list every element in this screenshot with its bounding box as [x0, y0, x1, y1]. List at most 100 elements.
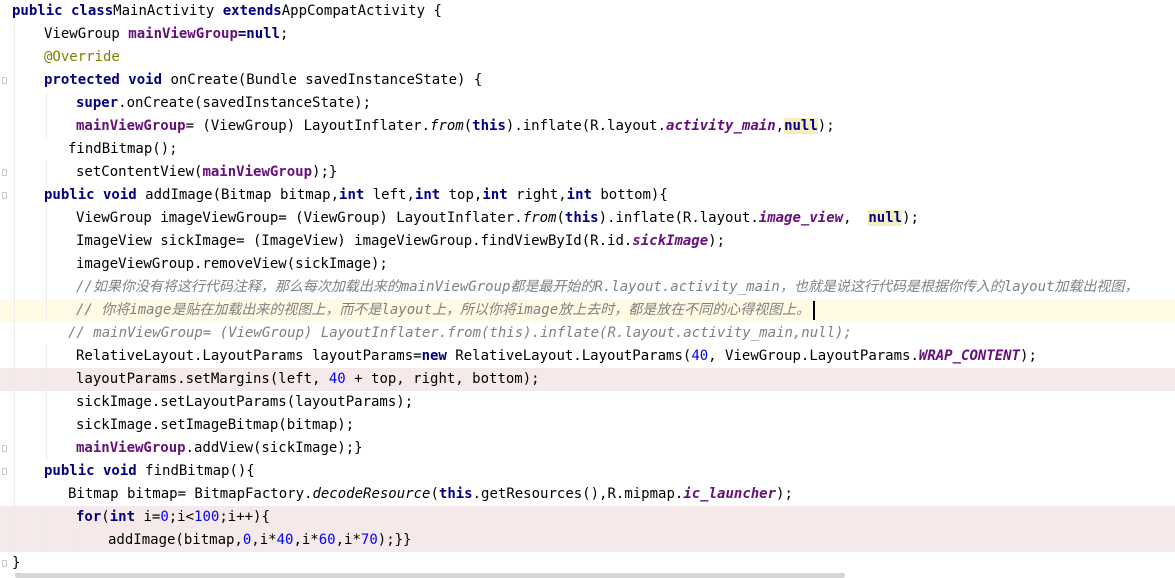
code-text: // 你将image是贴在加载出来的视图上，而不是layout上，所以你将ima…	[76, 299, 810, 322]
text-caret	[813, 301, 816, 320]
code-text: imageViewGroup.removeView(sickImage);	[76, 253, 388, 276]
code-line[interactable]: mainViewGroup= (ViewGroup) LayoutInflate…	[0, 115, 1175, 138]
code-line[interactable]: public void addImage(Bitmap bitmap, int l…	[0, 184, 1175, 207]
code-token: new	[421, 348, 456, 364]
horizontal-scrollbar[interactable]	[15, 573, 845, 578]
indent-guide	[46, 529, 47, 552]
fold-marker-icon[interactable]	[2, 169, 7, 176]
indent-guide	[46, 299, 47, 322]
code-token: decodeResource	[312, 486, 431, 502]
code-token: 70	[360, 532, 378, 548]
code-text: ViewGroup imageViewGroup= (ViewGroup) La…	[76, 207, 919, 230]
code-line[interactable]: layoutParams.setMargins(left, 40 + top, …	[0, 368, 1175, 391]
code-token: .addView(sickImage);}	[185, 440, 363, 456]
indent-guide	[14, 276, 15, 299]
code-token: protected void	[44, 72, 171, 88]
indent-guide	[14, 69, 15, 92]
code-token: findBitmap(){	[145, 463, 255, 479]
code-token: addImage(Bitmap bitmap,	[145, 187, 340, 203]
code-token: ViewGroup	[44, 26, 129, 42]
code-token: int	[109, 509, 144, 525]
code-token: }	[12, 555, 21, 571]
code-token: int	[414, 187, 449, 203]
indent-guide	[46, 368, 47, 391]
code-line[interactable]: sickImage.setLayoutParams(layoutParams);	[0, 391, 1175, 414]
code-line[interactable]: setContentView(mainViewGroup);}	[0, 161, 1175, 184]
code-token: addImage(bitmap,	[108, 532, 243, 548]
code-token: (	[463, 118, 473, 134]
code-token: ;i++){	[219, 509, 270, 525]
code-token: mainViewGroup	[76, 118, 186, 134]
indent-guide	[14, 46, 15, 69]
code-token: );	[708, 233, 726, 249]
fold-marker-icon[interactable]	[2, 192, 7, 199]
fold-marker-icon[interactable]	[2, 445, 7, 452]
indent-guide	[46, 345, 47, 368]
code-line[interactable]: //如果你没有将这行代码注释，那么每次加载出来的mainViewGroup都是最…	[0, 276, 1175, 299]
code-line[interactable]: super.onCreate(savedInstanceState);	[0, 92, 1175, 115]
code-line[interactable]: public void findBitmap(){	[0, 460, 1175, 483]
code-editor[interactable]: public classMainActivity extendsAppCompa…	[0, 0, 1175, 578]
code-token: public void	[44, 187, 146, 203]
code-text: sickImage.setLayoutParams(layoutParams);	[76, 391, 413, 414]
code-token: AppCompatActivity {	[281, 3, 442, 19]
code-token: left,	[372, 187, 415, 203]
code-line[interactable]: ImageView sickImage= (ImageView) imageVi…	[0, 230, 1175, 253]
code-text: mainViewGroup= (ViewGroup) LayoutInflate…	[76, 115, 835, 138]
code-line[interactable]: @Override	[0, 46, 1175, 69]
indent-guide	[14, 207, 15, 230]
indent-guide	[46, 506, 47, 529]
code-line[interactable]: findBitmap();	[0, 138, 1175, 161]
code-line[interactable]: imageViewGroup.removeView(sickImage);	[0, 253, 1175, 276]
fold-marker-icon[interactable]	[2, 468, 7, 475]
code-line[interactable]: ViewGroup mainViewGroup=null;	[0, 23, 1175, 46]
code-token: null	[784, 118, 818, 134]
code-line[interactable]: }	[0, 552, 1175, 575]
code-line[interactable]: protected void onCreate(Bundle savedInst…	[0, 69, 1175, 92]
code-token: 60	[318, 532, 336, 548]
fold-marker-icon[interactable]	[2, 560, 7, 567]
code-token: );	[1020, 348, 1037, 364]
code-token: int	[482, 187, 517, 203]
code-token: setContentView(	[76, 164, 203, 180]
code-token: // 你将image是贴在加载出来的视图上，而不是layout上，所以你将ima…	[76, 302, 811, 318]
code-token: mainViewGroup	[202, 164, 313, 180]
code-token: ViewGroup imageViewGroup= (ViewGroup) La…	[76, 210, 523, 226]
code-token: image_view	[758, 210, 844, 226]
code-line[interactable]: mainViewGroup.addView(sickImage);}	[0, 437, 1175, 460]
code-line[interactable]: RelativeLayout.LayoutParams layoutParams…	[0, 345, 1175, 368]
code-token: extends	[222, 3, 282, 19]
code-line[interactable]: ViewGroup imageViewGroup= (ViewGroup) La…	[0, 207, 1175, 230]
code-token: sickImage.setLayoutParams(layoutParams);	[76, 394, 414, 410]
code-token: public class	[12, 3, 114, 19]
code-token: mainViewGroup	[76, 440, 186, 456]
code-token: (	[430, 486, 439, 502]
code-line[interactable]: Bitmap bitmap= BitmapFactory.decodeResou…	[0, 483, 1175, 506]
indent-guide	[46, 207, 47, 230]
code-text: }	[12, 552, 20, 575]
code-token: ic_launcher	[683, 486, 777, 502]
code-token: );}}	[377, 532, 412, 548]
indent-guide	[78, 529, 79, 552]
code-token: // mainViewGroup= (ViewGroup) LayoutInfl…	[68, 325, 852, 341]
code-token: i=	[143, 509, 161, 525]
code-text: super.onCreate(savedInstanceState);	[76, 92, 371, 115]
indent-guide	[14, 483, 15, 506]
code-token: for	[76, 509, 102, 525]
code-line[interactable]: // mainViewGroup= (ViewGroup) LayoutInfl…	[0, 322, 1175, 345]
code-token: RelativeLayout.LayoutParams layoutParams…	[76, 348, 422, 364]
indent-guide	[14, 529, 15, 552]
code-line[interactable]: sickImage.setImageBitmap(bitmap);	[0, 414, 1175, 437]
indent-guide	[14, 253, 15, 276]
code-line[interactable]: public classMainActivity extendsAppCompa…	[0, 0, 1175, 23]
indent-guide	[46, 161, 47, 184]
code-token: );	[902, 210, 919, 226]
code-token: ,i*	[335, 532, 361, 548]
code-line[interactable]: addImage(bitmap,0,i*40,i*60,i*70);}}	[0, 529, 1175, 552]
code-line[interactable]: for(int i=0;i<100;i++){	[0, 506, 1175, 529]
fold-marker-icon[interactable]	[2, 77, 7, 84]
indent-guide	[46, 391, 47, 414]
code-token: ).inflate(R.layout.	[598, 210, 759, 226]
indent-guide	[46, 276, 47, 299]
code-line[interactable]: // 你将image是贴在加载出来的视图上，而不是layout上，所以你将ima…	[0, 299, 1175, 322]
